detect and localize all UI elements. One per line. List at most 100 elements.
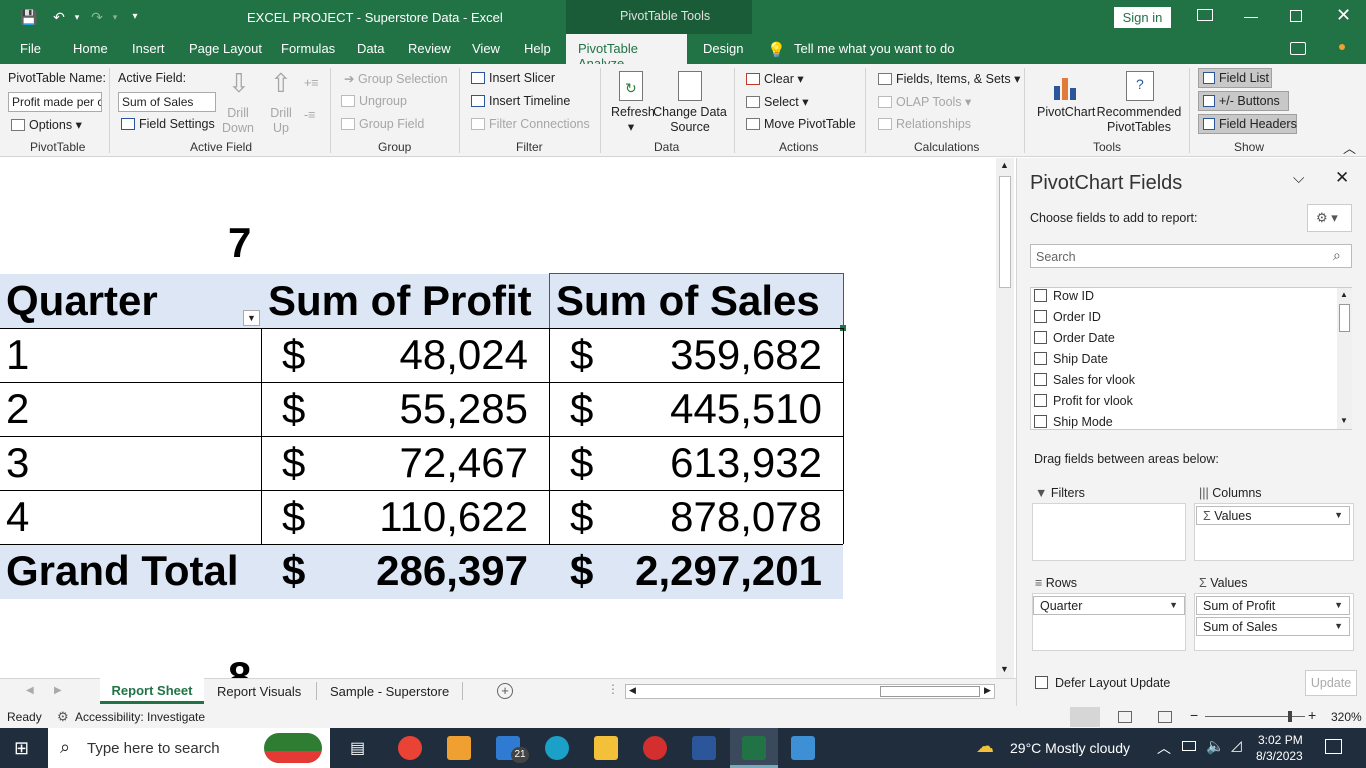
move-pivottable-button[interactable]: Move PivotTable [746,117,856,131]
clear-button[interactable]: Clear ▾ [746,71,804,86]
cell-sales[interactable]: 445,510 [600,382,822,436]
scrollbar-thumb[interactable] [999,176,1011,288]
tell-me-search[interactable]: Tell me what you want to do [794,41,954,56]
word-icon[interactable] [692,736,716,760]
scrollbar-thumb[interactable] [1339,304,1350,332]
scroll-right-icon[interactable]: ▶ [984,685,991,696]
opera-icon[interactable] [643,736,667,760]
scroll-down-icon[interactable]: ▼ [1000,664,1009,674]
field-item-row-id[interactable]: Row ID [1034,289,1094,303]
accessibility-status[interactable]: Accessibility: Investigate [75,710,205,724]
comments-icon[interactable] [1290,42,1306,55]
cell-quarter[interactable]: 4 [6,490,29,544]
active-field-input[interactable]: Sum of Sales [118,92,216,112]
add-sheet-icon[interactable]: + [497,683,513,699]
sign-in-button[interactable]: Sign in [1114,7,1171,28]
photos-icon[interactable] [791,736,815,760]
file-explorer-icon[interactable] [594,736,618,760]
ribbon-display-icon[interactable] [1197,9,1213,21]
horizontal-scrollbar[interactable]: ◀ ▶ [625,684,995,699]
field-item-profit-for-vlook[interactable]: Profit for vlook [1034,394,1133,408]
buttons-toggle[interactable]: +/- Buttons [1198,91,1289,111]
page-break-view-icon[interactable] [1158,711,1172,723]
filter-dropdown-icon[interactable]: ▼ [243,310,260,326]
field-list-toggle[interactable]: Field List [1198,68,1272,88]
field-checkbox[interactable] [1034,289,1047,302]
close-pane-icon[interactable]: ✕ [1335,168,1349,188]
cell-profit[interactable]: 48,024 [312,328,528,382]
recommended-pivottables-button[interactable]: Recommended PivotTables [1096,105,1182,135]
grand-total-label[interactable]: Grand Total [6,544,239,598]
chrome-icon[interactable] [398,736,422,760]
scroll-up-icon[interactable]: ▲ [1000,160,1009,170]
insert-timeline-button[interactable]: Insert Timeline [471,94,570,108]
cell-quarter[interactable]: 3 [6,436,29,490]
prev-sheet-icon[interactable]: ◀ [26,685,34,696]
change-data-source-button[interactable]: Change Data Source [652,105,728,135]
tab-insert[interactable]: Insert [132,41,165,56]
zoom-slider-thumb[interactable] [1288,711,1292,722]
header-quarter[interactable]: Quarter [6,274,158,328]
header-sum-of-profit[interactable]: Sum of Profit [268,274,532,328]
cell-sales[interactable]: 613,932 [600,436,822,490]
save-icon[interactable]: 💾 [20,8,38,26]
close-window-icon[interactable]: ✕ [1336,5,1351,26]
field-checkbox[interactable] [1034,415,1047,428]
cell-sales[interactable]: 359,682 [600,328,822,382]
field-list-scrollbar[interactable]: ▲ ▼ [1337,288,1352,429]
zoom-level[interactable]: 320% [1331,710,1362,724]
tab-view[interactable]: View [472,41,500,56]
undo-dropdown-icon[interactable]: ▾ [68,8,86,26]
pivottable-name-input[interactable]: Profit made per c [8,92,102,112]
minimize-icon[interactable]: — [1244,8,1258,24]
cell-profit[interactable]: 72,467 [312,436,528,490]
field-search-input[interactable]: Search ⌕ [1030,244,1352,268]
scroll-left-icon[interactable]: ◀ [629,685,636,696]
zoom-out-icon[interactable]: − [1190,707,1198,723]
network-icon[interactable]: ◿ [1231,737,1242,754]
grand-total-sales[interactable]: 2,297,201 [600,544,822,598]
field-item-ship-mode[interactable]: Ship Mode [1034,415,1113,429]
gear-icon[interactable]: ⚙ ▾ [1307,204,1352,232]
header-sum-of-sales[interactable]: Sum of Sales [556,274,820,328]
values-sum-of-profit-dropdown[interactable]: Sum of Profit [1196,596,1350,615]
restore-icon[interactable] [1290,10,1302,22]
sheet-tab-report-visuals[interactable]: Report Visuals [217,684,301,699]
columns-values-dropdown[interactable]: Σ Values [1196,506,1350,525]
field-headers-toggle[interactable]: Field Headers [1198,114,1297,134]
scroll-up-icon[interactable]: ▲ [1340,290,1348,299]
rows-quarter-dropdown[interactable]: Quarter [1033,596,1185,615]
worksheet-grid[interactable]: 7 Quarter ▼ Sum of Profit Sum of Sales 1… [0,158,994,678]
battery-icon[interactable] [1182,741,1196,751]
page-layout-view-icon[interactable] [1118,711,1132,723]
insert-slicer-button[interactable]: Insert Slicer [471,71,555,85]
tab-help[interactable]: Help [524,41,551,56]
values-sum-of-sales-dropdown[interactable]: Sum of Sales [1196,617,1350,636]
field-checkbox[interactable] [1034,310,1047,323]
pane-options-chevron-icon[interactable]: ⌵ [1293,170,1304,187]
excel-taskbar-button[interactable] [730,728,778,768]
cell-profit[interactable]: 110,622 [312,490,528,544]
field-item-sales-for-vlook[interactable]: Sales for vlook [1034,373,1135,387]
defer-layout-checkbox[interactable] [1035,676,1048,689]
sheet-tab-sample-superstore[interactable]: Sample - Superstore [330,684,449,699]
filters-drop-area[interactable] [1032,503,1186,561]
tab-pivottable-analyze[interactable]: PivotTable Analyze [566,34,687,71]
undo-icon[interactable]: ↶ [50,8,68,26]
cell-quarter[interactable]: 1 [6,328,29,382]
taskbar-search-box[interactable]: ⌕ Type here to search [48,728,330,768]
clock-date[interactable]: 8/3/2023 [1256,749,1303,763]
task-view-icon[interactable]: ▤ [350,738,365,758]
clock-time[interactable]: 3:02 PM [1258,733,1303,747]
sheet-tab-report-sheet[interactable]: Report Sheet [100,678,204,704]
field-checkbox[interactable] [1034,373,1047,386]
scroll-down-icon[interactable]: ▼ [1340,416,1348,425]
next-sheet-icon[interactable]: ▶ [54,685,62,696]
store-icon[interactable] [447,736,471,760]
splitter-handle-icon[interactable]: ⋮ [607,682,619,696]
collapse-ribbon-icon[interactable]: ︿ [1343,138,1356,157]
scrollbar-thumb[interactable] [880,686,980,697]
field-checkbox[interactable] [1034,394,1047,407]
tray-chevron-icon[interactable]: ︿ [1157,738,1171,758]
refresh-button[interactable]: Refresh ▾ [611,105,655,134]
